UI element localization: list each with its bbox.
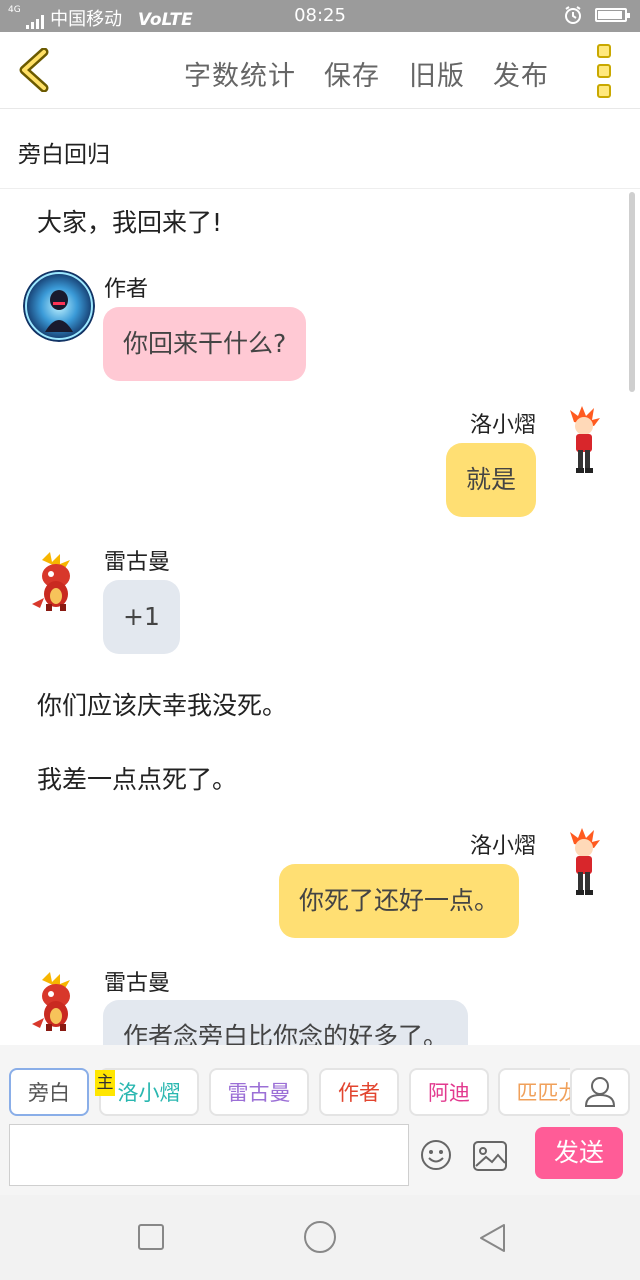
character-chip-adi[interactable]: 阿迪: [409, 1068, 489, 1116]
narration-text[interactable]: 大家，我回来了!: [37, 203, 222, 239]
back-button[interactable]: [14, 47, 54, 93]
chat-bubble[interactable]: 作者念旁白比你念的好多了。: [103, 1000, 469, 1045]
chapter-title: 旁白回归: [18, 142, 110, 168]
system-nav-bar: [0, 1195, 640, 1280]
chat-bubble[interactable]: +1: [103, 580, 180, 654]
recent-apps-button[interactable]: [138, 1224, 164, 1250]
status-time: 08:25: [294, 5, 346, 26]
chevron-left-icon: [19, 47, 49, 93]
sender-name: 洛小熠: [470, 834, 537, 859]
editor-toolbar: 字数统计 保存 旧版 发布: [0, 32, 640, 109]
old-version-button[interactable]: 旧版: [409, 54, 465, 93]
publish-button[interactable]: 发布: [493, 54, 549, 93]
scrollbar[interactable]: [629, 192, 635, 392]
chat-area[interactable]: 大家，我回来了! 作者 你回来干什么? 洛小熠 就是 雷古曼 +1 你们应该庆幸…: [0, 189, 640, 1045]
luoxiaoyi-avatar[interactable]: [566, 828, 602, 900]
smiley-icon: [421, 1140, 451, 1170]
narration-text[interactable]: 你们应该庆幸我没死。: [37, 686, 287, 722]
character-manager-button[interactable]: [570, 1068, 630, 1116]
home-button[interactable]: [304, 1221, 336, 1253]
square-icon: [138, 1224, 164, 1250]
character-chip-clip: 匹匹龙: [498, 1068, 570, 1116]
triangle-back-icon: [480, 1224, 505, 1252]
more-menu-button[interactable]: [590, 44, 618, 98]
emoji-button[interactable]: [420, 1139, 452, 1171]
character-chip-author[interactable]: 作者: [319, 1068, 399, 1116]
chapter-title-row[interactable]: 旁白回归: [0, 109, 640, 189]
character-chip-narrator[interactable]: 旁白: [9, 1068, 89, 1116]
circle-icon: [304, 1221, 336, 1253]
narration-text[interactable]: 我差一点点死了。: [37, 760, 237, 796]
more-vertical-icon: [590, 44, 618, 98]
leiguman-avatar[interactable]: [30, 972, 80, 1032]
main-character-badge: 主: [95, 1070, 115, 1096]
chat-bubble[interactable]: 你死了还好一点。: [279, 864, 520, 938]
sender-name: 雷古曼: [104, 971, 171, 996]
battery-icon: [595, 8, 630, 22]
sender-name: 作者: [104, 277, 149, 302]
status-bar: 4G 中国移动 VoLTE 08:25: [0, 0, 640, 32]
image-icon: [473, 1141, 507, 1171]
image-button[interactable]: [473, 1141, 507, 1171]
save-button[interactable]: 保存: [324, 54, 380, 93]
chat-bubble[interactable]: 你回来干什么?: [103, 307, 307, 381]
author-avatar[interactable]: [23, 270, 95, 342]
luoxiaoyi-avatar[interactable]: [566, 406, 602, 478]
sender-name: 洛小熠: [470, 413, 537, 438]
chat-bubble[interactable]: 就是: [446, 443, 537, 517]
user-icon: [584, 1077, 616, 1107]
back-nav-button[interactable]: [478, 1223, 506, 1253]
sender-name: 雷古曼: [104, 550, 171, 575]
alarm-icon: [564, 6, 582, 24]
send-button[interactable]: 发送: [535, 1127, 623, 1179]
character-chip-pipilong[interactable]: 匹匹龙: [498, 1068, 570, 1116]
message-input[interactable]: [9, 1124, 409, 1186]
character-chip-leiguman[interactable]: 雷古曼: [209, 1068, 309, 1116]
word-count-button[interactable]: 字数统计: [184, 54, 296, 93]
leiguman-avatar[interactable]: [30, 552, 80, 612]
